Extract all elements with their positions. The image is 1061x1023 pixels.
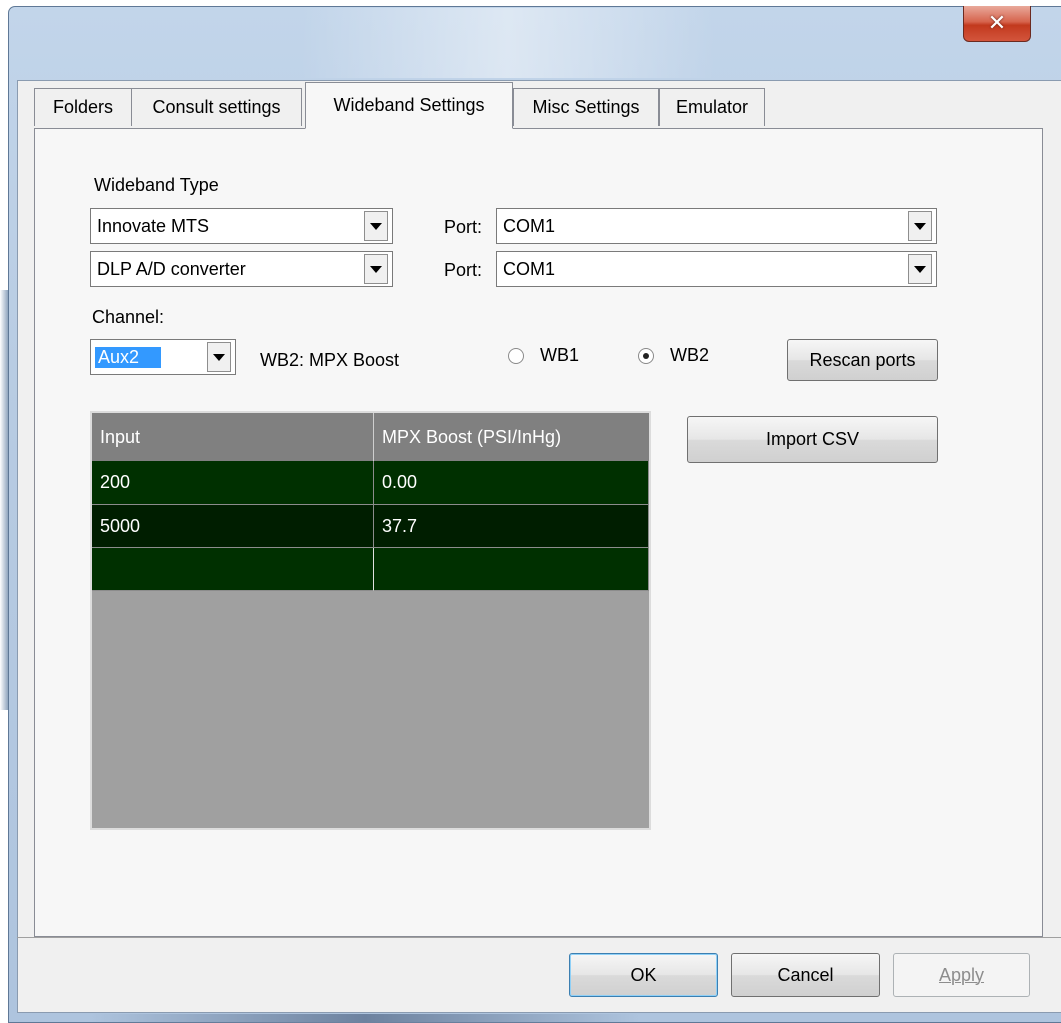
channel-description: WB2: MPX Boost — [260, 350, 400, 370]
selected-text: Aux2 — [95, 346, 162, 368]
wideband-type-2-select[interactable]: DLP A/D converter — [90, 251, 393, 287]
mpx-boost-table: Input MPX Boost (PSI/InHg) 200 0.00 5000… — [90, 411, 651, 830]
chevron-down-icon[interactable] — [908, 254, 932, 284]
select-value: Innovate MTS — [97, 215, 210, 236]
chevron-down-icon[interactable] — [908, 211, 932, 241]
radio-label: WB2 — [670, 345, 710, 365]
close-icon: ✕ — [987, 11, 1007, 36]
window-left-edge — [0, 290, 8, 710]
column-header-input[interactable]: Input — [92, 413, 374, 461]
rescan-ports-button[interactable]: Rescan ports — [787, 339, 938, 381]
port-label-1: Port: — [444, 217, 483, 237]
tab-wideband-settings[interactable]: Wideband Settings — [305, 82, 513, 129]
radio-label: WB1 — [540, 345, 580, 365]
tab-label: Misc Settings — [532, 97, 640, 117]
channel-select[interactable]: Aux2 — [90, 339, 236, 375]
window-bottom-edge — [90, 1014, 640, 1023]
table-cell[interactable]: 37.7 — [374, 505, 649, 548]
select-value: Aux2 — [91, 346, 207, 368]
select-value: DLP A/D converter — [97, 258, 246, 279]
cancel-button[interactable]: Cancel — [731, 953, 880, 997]
chevron-down-icon[interactable] — [207, 342, 231, 372]
port-2-select[interactable]: COM1 — [496, 251, 937, 287]
tab-folders[interactable]: Folders — [34, 88, 132, 126]
port-label-2: Port: — [444, 260, 483, 280]
radio-circle[interactable] — [638, 347, 654, 364]
title-bar-glass — [300, 8, 820, 78]
chevron-down-icon[interactable] — [364, 254, 388, 284]
ok-button[interactable]: OK — [569, 953, 718, 997]
radio-wb1[interactable]: WB1 — [508, 345, 579, 366]
import-csv-button[interactable]: Import CSV — [687, 416, 938, 463]
footer-divider — [17, 937, 1061, 938]
tab-consult-settings[interactable]: Consult settings — [131, 88, 302, 126]
table-cell-new[interactable] — [92, 548, 374, 591]
tab-label: Consult settings — [152, 97, 281, 117]
wideband-type-label: Wideband Type — [94, 175, 219, 195]
chevron-down-icon[interactable] — [364, 211, 388, 241]
select-value: COM1 — [503, 215, 556, 236]
tab-label: Folders — [52, 97, 114, 117]
table-cell[interactable]: 5000 — [92, 505, 374, 548]
tab-misc-settings[interactable]: Misc Settings — [513, 88, 659, 126]
port-1-select[interactable]: COM1 — [496, 208, 937, 244]
radio-circle[interactable] — [508, 347, 524, 364]
radio-wb2[interactable]: WB2 — [638, 345, 709, 366]
select-value: COM1 — [503, 258, 556, 279]
table-cell[interactable]: 200 — [92, 461, 374, 505]
tab-label: Wideband Settings — [333, 95, 485, 115]
wideband-type-1-select[interactable]: Innovate MTS — [90, 208, 393, 244]
tab-emulator[interactable]: Emulator — [659, 88, 765, 126]
radio-selected-dot — [643, 352, 649, 359]
table-cell[interactable]: 0.00 — [374, 461, 649, 505]
apply-button[interactable]: Apply — [893, 953, 1030, 997]
tab-label: Emulator — [675, 97, 749, 117]
channel-label: Channel: — [92, 307, 165, 327]
table-cell-new[interactable] — [374, 548, 649, 591]
close-button[interactable]: ✕ — [963, 6, 1031, 42]
column-header-mpx-boost[interactable]: MPX Boost (PSI/InHg) — [374, 413, 649, 461]
